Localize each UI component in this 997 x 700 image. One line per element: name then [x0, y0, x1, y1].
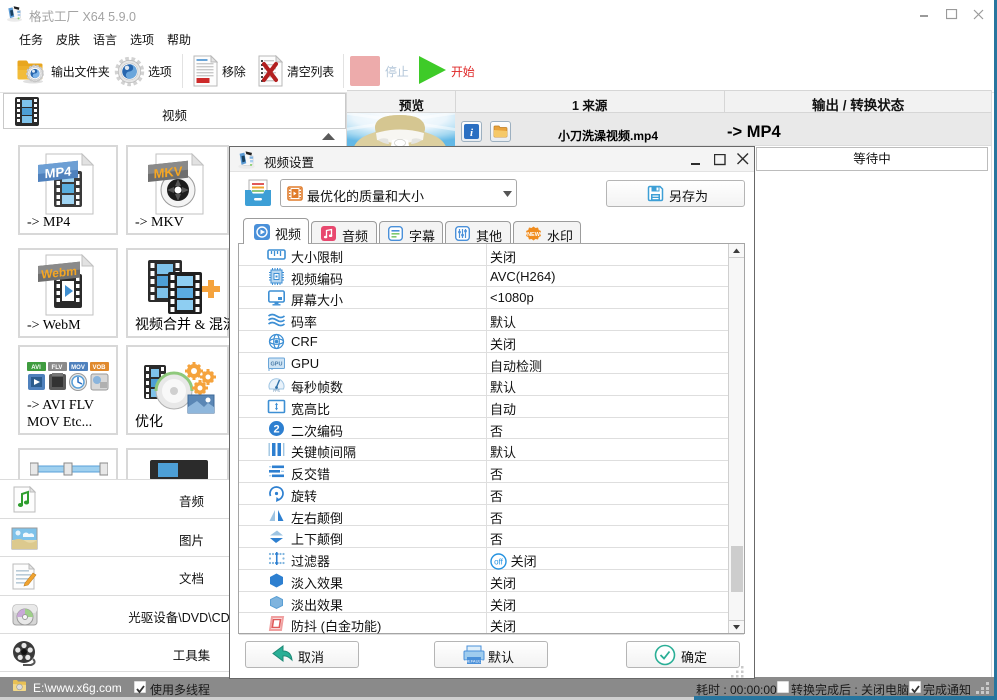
svg-text:AVI: AVI [31, 365, 41, 371]
svg-text:GPU: GPU [271, 361, 283, 367]
svg-text:MOV: MOV [71, 365, 85, 371]
svg-text:MKV: MKV [154, 163, 183, 181]
svg-text:DEFAULT: DEFAULT [465, 659, 483, 664]
svg-text:FPS: FPS [273, 389, 280, 393]
svg-text:VOB: VOB [92, 365, 106, 371]
svg-text:FLV: FLV [52, 365, 63, 371]
svg-text:NEW: NEW [527, 232, 541, 238]
svg-text:MP4: MP4 [45, 163, 72, 181]
svg-text:off: off [494, 558, 504, 567]
svg-text:2: 2 [273, 423, 279, 435]
